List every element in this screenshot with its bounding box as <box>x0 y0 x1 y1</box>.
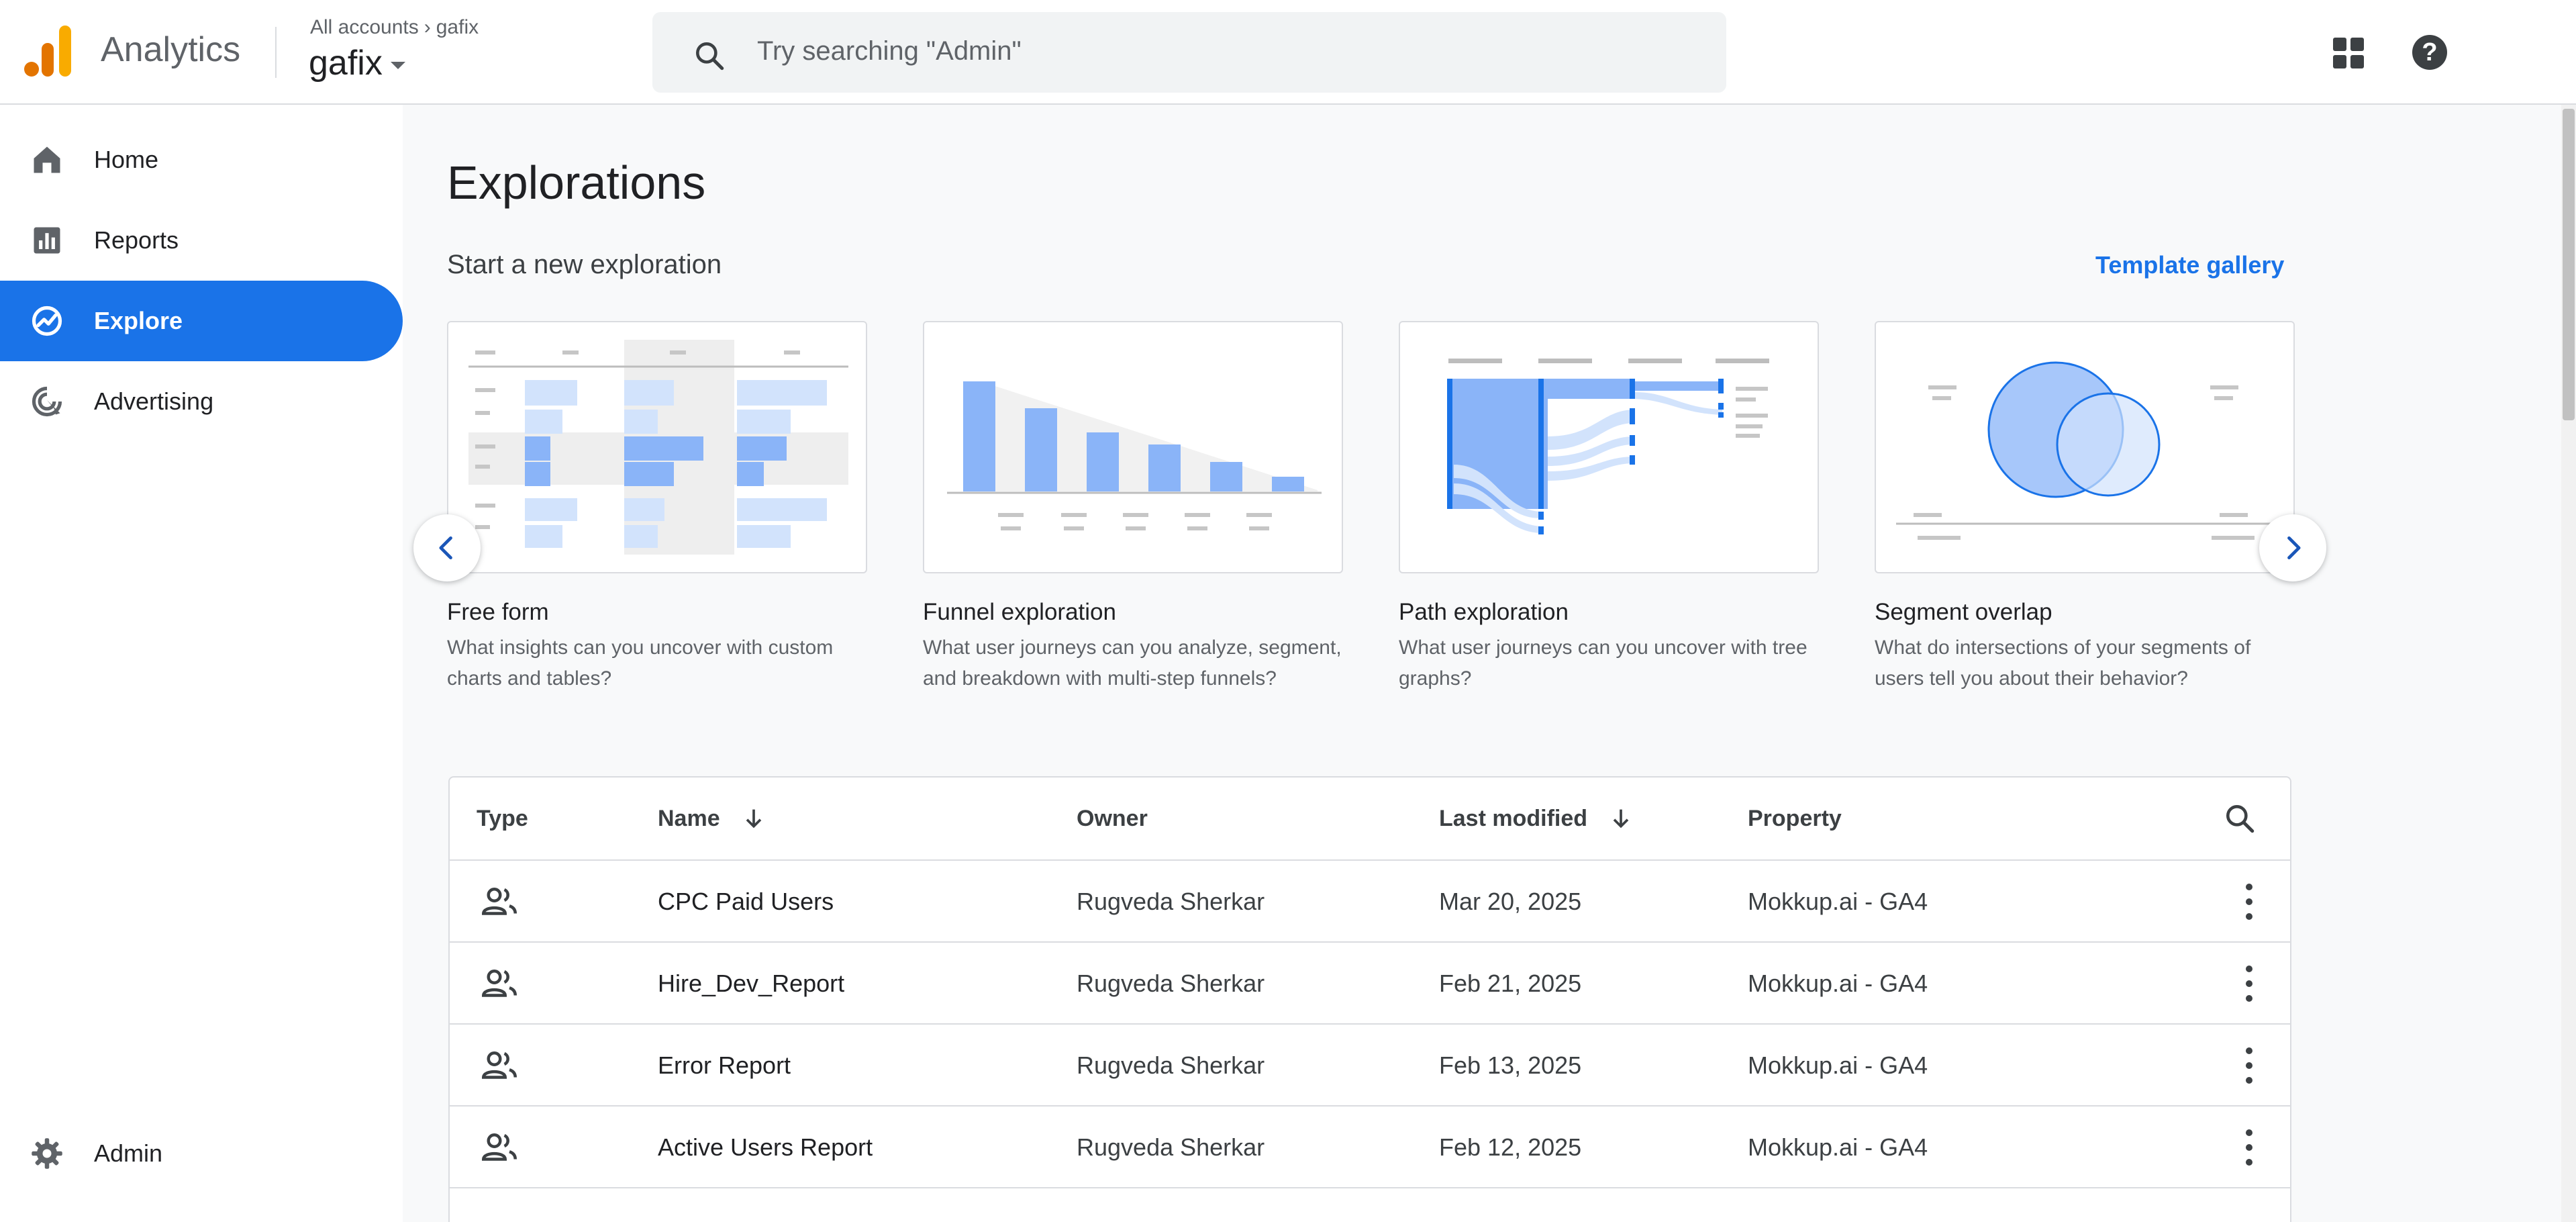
left-nav: Home Reports Explore Advertising Admin <box>0 105 403 1222</box>
nav-item-explore[interactable]: Explore <box>0 281 403 361</box>
row-modified: Feb 21, 2025 <box>1439 970 1582 997</box>
people-icon <box>481 888 517 915</box>
card-free-form[interactable] <box>447 321 867 573</box>
card-title[interactable]: Path exploration <box>1399 599 1569 626</box>
nav-item-label: Explore <box>94 307 183 334</box>
property-name: gafix <box>309 44 383 83</box>
page-title: Explorations <box>447 156 706 209</box>
more-vert-icon[interactable] <box>2246 884 2254 920</box>
arrow-down-icon <box>746 809 761 829</box>
page-scrollbar[interactable] <box>2561 105 2576 1222</box>
row-name[interactable]: CPC Paid Users <box>658 861 834 943</box>
row-name[interactable]: Hire_Dev_Report <box>658 943 844 1025</box>
people-icon <box>481 1051 517 1079</box>
breadcrumb-current[interactable]: gafix <box>436 16 479 39</box>
analytics-logo-icon[interactable] <box>24 26 71 77</box>
card-title[interactable]: Free form <box>447 599 549 626</box>
row-modified: Mar 20, 2025 <box>1439 888 1582 915</box>
carousel-next-button[interactable] <box>2259 514 2326 581</box>
free-form-illustration <box>468 340 848 555</box>
nav-item-advertising[interactable]: Advertising <box>0 361 403 442</box>
card-segment-overlap[interactable] <box>1875 321 2295 573</box>
column-header-property[interactable]: Property <box>1748 778 1842 859</box>
path-illustration <box>1447 359 1769 534</box>
advertising-icon <box>32 386 62 417</box>
more-vert-icon[interactable] <box>2246 1047 2254 1084</box>
caret-down-icon <box>390 61 405 69</box>
gear-icon <box>32 1138 62 1169</box>
row-property: Mokkup.ai - GA4 <box>1748 970 1928 997</box>
chevron-right-icon: › <box>424 16 431 38</box>
nav-item-home[interactable]: Home <box>0 120 403 200</box>
top-header: Analytics All accounts › gafix gafix Try… <box>0 0 2576 105</box>
row-owner: Rugveda Sherkar <box>1077 888 1265 915</box>
main-content: Explorations Start a new exploration Tem… <box>403 105 2561 1222</box>
nav-item-admin[interactable]: Admin <box>0 1113 403 1194</box>
search-bar[interactable]: Try searching "Admin" <box>652 12 1726 93</box>
nav-item-label: Home <box>94 146 159 173</box>
nav-item-reports[interactable]: Reports <box>0 200 403 281</box>
segment-overlap-illustration <box>1896 361 2276 540</box>
row-name[interactable]: Error Report <box>658 1025 791 1107</box>
more-vert-icon[interactable] <box>2246 1129 2254 1166</box>
arrow-down-icon <box>1613 809 1629 829</box>
row-owner: Rugveda Sherkar <box>1077 1133 1265 1161</box>
header-divider <box>275 27 277 78</box>
card-title[interactable]: Funnel exploration <box>923 599 1116 626</box>
app-name: Analytics <box>101 30 241 69</box>
property-selector[interactable]: gafix <box>309 43 405 83</box>
home-icon <box>34 146 60 173</box>
explorations-table: Type Name Owner Last modified Property C… <box>448 776 2291 1222</box>
card-description: What user journeys can you uncover with … <box>1399 637 1807 690</box>
people-icon <box>481 970 517 997</box>
column-header-owner[interactable]: Owner <box>1077 778 1148 859</box>
section-title: Start a new exploration <box>447 250 722 279</box>
table-row[interactable]: Error Report Rugveda Sherkar Feb 13, 202… <box>450 1023 2290 1107</box>
people-icon <box>481 1133 517 1161</box>
column-header-last-modified[interactable]: Last modified <box>1439 778 1634 859</box>
funnel-illustration <box>947 381 1322 530</box>
search-placeholder: Try searching "Admin" <box>757 36 1022 66</box>
nav-item-label: Advertising <box>94 387 214 415</box>
row-owner: Rugveda Sherkar <box>1077 970 1265 997</box>
reports-icon <box>34 227 60 254</box>
breadcrumb[interactable]: All accounts › gafix <box>310 16 479 39</box>
column-header-type[interactable]: Type <box>477 778 528 859</box>
column-header-name[interactable]: Name <box>658 778 767 859</box>
template-gallery-link[interactable]: Template gallery <box>2095 251 2284 279</box>
breadcrumb-root[interactable]: All accounts <box>310 16 419 39</box>
more-vert-icon[interactable] <box>2246 966 2254 1002</box>
row-modified: Feb 12, 2025 <box>1439 1133 1582 1161</box>
chevron-right-icon <box>2287 536 2301 560</box>
table-row-partial[interactable] <box>450 1187 2290 1222</box>
search-icon <box>696 42 724 70</box>
table-row[interactable]: CPC Paid Users Rugveda Sherkar Mar 20, 2… <box>450 859 2290 943</box>
table-search-icon[interactable] <box>2223 802 2257 835</box>
card-funnel-exploration[interactable] <box>923 321 1343 573</box>
row-name[interactable]: Active Users Report <box>658 1107 873 1188</box>
nav-item-label: Reports <box>94 226 179 254</box>
card-description: What user journeys can you analyze, segm… <box>923 637 1342 690</box>
column-header-label: Last modified <box>1439 805 1588 831</box>
column-header-label: Name <box>658 805 720 831</box>
card-description: What do intersections of your segments o… <box>1875 637 2251 690</box>
nav-item-label: Admin <box>94 1139 163 1167</box>
help-icon[interactable]: ? <box>2412 35 2447 70</box>
row-property: Mokkup.ai - GA4 <box>1748 1133 1928 1161</box>
explore-icon <box>32 306 62 336</box>
row-property: Mokkup.ai - GA4 <box>1748 888 1928 915</box>
table-row[interactable]: Hire_Dev_Report Rugveda Sherkar Feb 21, … <box>450 941 2290 1025</box>
table-row[interactable]: Active Users Report Rugveda Sherkar Feb … <box>450 1105 2290 1188</box>
card-path-exploration[interactable] <box>1399 321 1819 573</box>
row-modified: Feb 13, 2025 <box>1439 1051 1582 1079</box>
carousel-prev-button[interactable] <box>413 514 481 581</box>
card-title[interactable]: Segment overlap <box>1875 599 2052 626</box>
row-property: Mokkup.ai - GA4 <box>1748 1051 1928 1079</box>
apps-grid-icon[interactable] <box>2333 38 2364 68</box>
row-owner: Rugveda Sherkar <box>1077 1051 1265 1079</box>
card-description: What insights can you uncover with custo… <box>447 637 834 690</box>
scrollbar-thumb[interactable] <box>2563 109 2575 420</box>
chevron-left-icon <box>439 536 452 560</box>
